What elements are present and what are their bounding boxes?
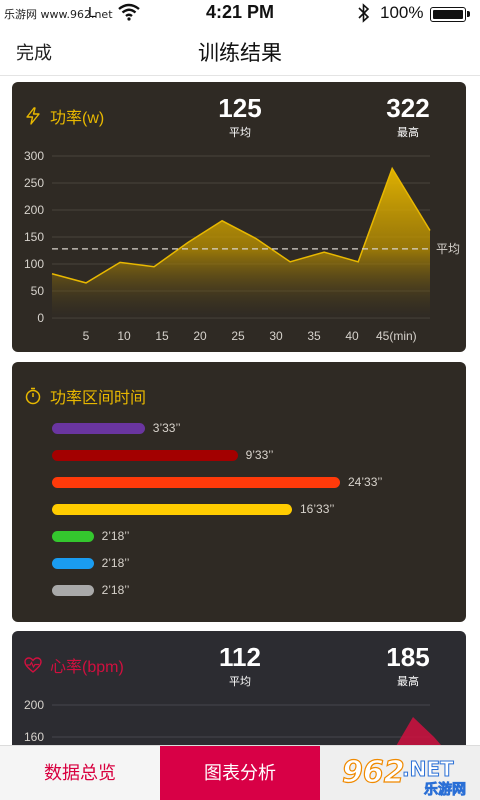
- zone-row: 16’33’’: [52, 498, 452, 525]
- zone-duration-label: 24’33’’: [348, 475, 383, 489]
- power-x-tick: 25: [231, 329, 245, 343]
- tab-data-overview[interactable]: 数据总览: [0, 746, 160, 800]
- power-x-tick: 40: [345, 329, 359, 343]
- navigation-bar: 完成 训练结果: [0, 28, 480, 76]
- zone-row: 2’18’’: [52, 525, 452, 552]
- zone-bar: [52, 558, 94, 569]
- zone-bar: [52, 477, 340, 488]
- power-y-tick: 250: [24, 176, 44, 190]
- hr-y-tick: 200: [24, 698, 44, 712]
- zone-row: 2’18’’: [52, 552, 452, 579]
- watermark-suffix: .NET: [402, 757, 454, 781]
- zone-duration-label: 2’18’’: [101, 556, 130, 570]
- bluetooth-icon: [358, 3, 370, 23]
- zone-bar: [52, 450, 238, 461]
- power-y-tick: 200: [24, 203, 44, 217]
- power-x-tick: 20: [193, 329, 207, 343]
- stopwatch-icon: [25, 387, 41, 405]
- tab-chart-analysis[interactable]: 图表分析: [160, 746, 320, 800]
- hr-y-tick: 160: [24, 730, 44, 744]
- zone-bar: [52, 531, 94, 542]
- zone-row: 24’33’’: [52, 471, 452, 498]
- zone-bar: [52, 423, 145, 434]
- battery-percentage: 100%: [380, 3, 424, 22]
- zone-duration-label: 2’18’’: [101, 583, 130, 597]
- zone-duration-label: 16’33’’: [300, 502, 335, 516]
- power-y-tick: 50: [31, 284, 45, 298]
- power-y-tick: 0: [37, 311, 44, 325]
- power-x-tick: 30: [269, 329, 283, 343]
- power-y-tick: 150: [24, 230, 44, 244]
- watermark-brand: 962: [342, 755, 405, 790]
- zone-card-title: 功率区间时间: [24, 384, 146, 408]
- power-x-tick: 15: [155, 329, 169, 343]
- status-bar: 乐游网 www.962.net L 4:21 PM 100%: [0, 0, 480, 28]
- zone-bar-list: 3’33’’ 9’33’’ 24’33’’ 16’33’’ 2’18’’ 2’18’’ 2’…: [52, 417, 452, 606]
- power-area: [52, 168, 430, 318]
- watermark-sub: 乐游网: [424, 781, 466, 798]
- power-avg-line-label: 平均: [436, 242, 460, 256]
- zone-duration-label: 9’33’’: [245, 448, 274, 462]
- zone-row: 3’33’’: [52, 417, 452, 444]
- done-button[interactable]: 完成: [16, 39, 52, 65]
- power-x-tick: 35: [307, 329, 321, 343]
- power-card: 功率(w) 125 平均 322 最高 0 50 100 150 200 250 300 5 1…: [12, 82, 466, 352]
- power-y-tick: 100: [24, 257, 44, 271]
- battery-icon: [430, 7, 470, 22]
- zone-row: 9’33’’: [52, 444, 452, 471]
- zone-title-text: 功率区间时间: [50, 390, 147, 407]
- site-watermark-logo: 962 .NET 乐游网: [341, 754, 466, 798]
- zone-bar: [52, 585, 94, 596]
- zone-duration-label: 2’18’’: [101, 529, 130, 543]
- zone-bar: [52, 504, 292, 515]
- power-x-tick: 10: [117, 329, 131, 343]
- power-x-tick: 5: [83, 329, 90, 343]
- power-y-tick: 300: [24, 149, 44, 163]
- power-chart: 0 50 100 150 200 250 300 5 10 15 20 25 30 35 40 45(min)…: [24, 149, 460, 343]
- power-x-tick: 45(min): [376, 329, 417, 343]
- page-title: 训练结果: [198, 42, 282, 65]
- power-zone-card: 功率区间时间 3’33’’ 9’33’’ 24’33’’ 16’33’’ 2’18’’ 2…: [12, 362, 466, 622]
- zone-duration-label: 3’33’’: [152, 421, 181, 435]
- zone-row: 2’18’’: [52, 579, 452, 606]
